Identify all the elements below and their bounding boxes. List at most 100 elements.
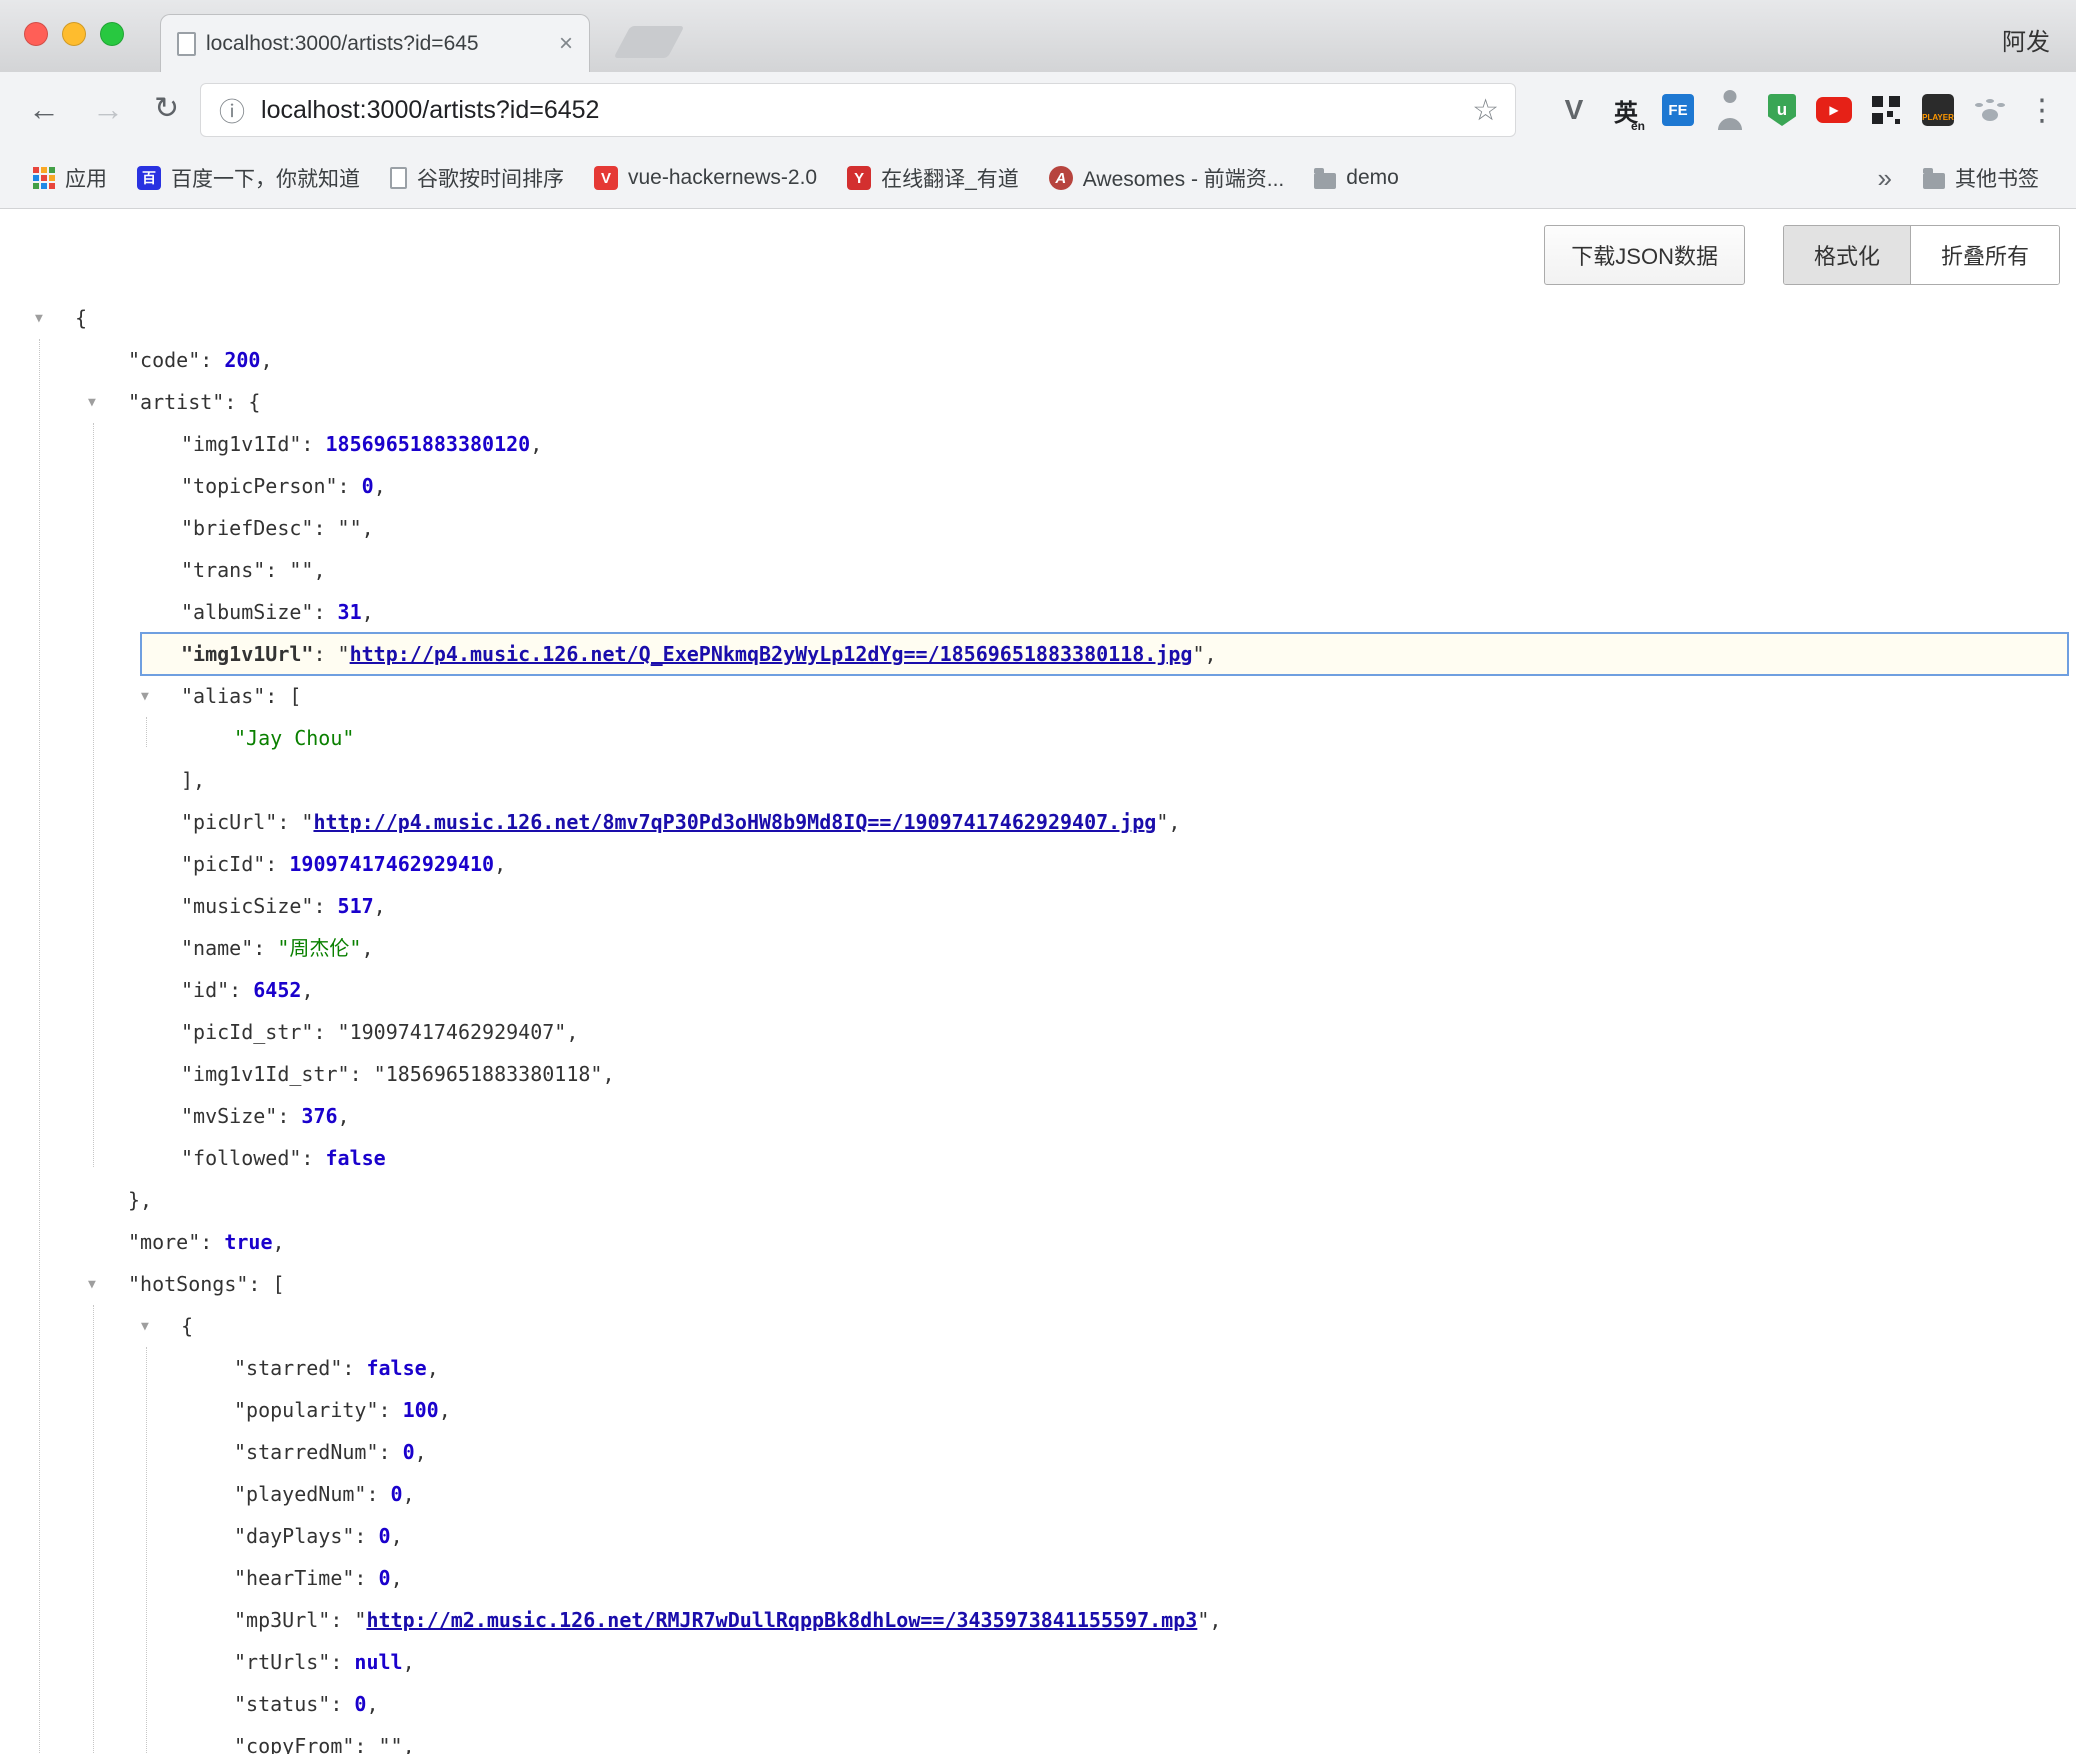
- tab-title: localhost:3000/artists?id=645: [206, 32, 549, 56]
- window-titlebar: localhost:3000/artists?id=645 × 阿发: [0, 0, 2076, 72]
- json-line: },: [0, 1179, 2076, 1221]
- collapse-toggle-icon[interactable]: ▼: [88, 382, 96, 424]
- json-line: "picUrl": "http://p4.music.126.net/8mv7q…: [0, 801, 2076, 843]
- bookmark-item[interactable]: Vvue-hackernews-2.0: [579, 148, 832, 208]
- json-line: ▼"artist": {: [0, 381, 2076, 423]
- v-extension-icon[interactable]: V: [1548, 72, 1600, 148]
- json-key: "popularity": [234, 1398, 379, 1422]
- address-bar[interactable]: ⓘ localhost:3000/artists?id=6452 ☆: [200, 83, 1516, 137]
- download-json-button[interactable]: 下载JSON数据: [1544, 225, 1745, 285]
- collapse-toggle-icon[interactable]: ▼: [141, 676, 149, 718]
- browser-window: { "window": { "user_label": "阿发" }, "tab…: [0, 0, 2076, 1754]
- page-content: 下载JSON数据 格式化 折叠所有 ▼{"code": 200,▼"artist…: [0, 209, 2076, 1754]
- browser-tab[interactable]: localhost:3000/artists?id=645 ×: [160, 14, 590, 72]
- bookmark-item[interactable]: demo: [1299, 148, 1414, 208]
- awesomes-icon: A: [1049, 166, 1073, 190]
- json-value: :: [224, 390, 248, 414]
- json-url-link[interactable]: http://m2.music.126.net/RMJR7wDullRqppBk…: [366, 1608, 1197, 1632]
- json-value: ,: [391, 1524, 403, 1548]
- folder-icon: [1314, 173, 1336, 189]
- browser-toolbar: ← → ↻ ⓘ localhost:3000/artists?id=6452 ☆…: [0, 72, 2076, 148]
- json-value: ,: [361, 936, 373, 960]
- bookmarks-right: » 其他书签: [1878, 163, 2058, 194]
- json-value: 0: [379, 1524, 391, 1548]
- json-value: [: [273, 1272, 285, 1296]
- json-key: "status": [234, 1692, 330, 1716]
- zoom-window-button[interactable]: [100, 22, 124, 46]
- json-line: "mp3Url": "http://m2.music.126.net/RMJR7…: [0, 1599, 2076, 1641]
- close-window-button[interactable]: [24, 22, 48, 46]
- person-icon[interactable]: [1704, 72, 1756, 148]
- json-value: :: [265, 684, 289, 708]
- json-key: "mvSize": [181, 1104, 277, 1128]
- format-tab[interactable]: 格式化: [1784, 226, 1910, 284]
- json-line: "id": 6452,: [0, 969, 2076, 1011]
- json-line: "picId": 19097417462929410,: [0, 843, 2076, 885]
- bookmark-item[interactable]: 谷歌按时间排序: [375, 148, 579, 208]
- new-tab-button[interactable]: [613, 26, 684, 58]
- fe-icon[interactable]: FE: [1652, 72, 1704, 148]
- bookmarks-overflow-icon[interactable]: »: [1878, 163, 1892, 194]
- youtube-icon[interactable]: ▶: [1808, 72, 1860, 148]
- json-line: "img1v1Id_str": "18569651883380118",: [0, 1053, 2076, 1095]
- menu-icon[interactable]: ⋮: [2016, 72, 2068, 148]
- json-key: "picUrl": [181, 810, 277, 834]
- collapse-all-tab[interactable]: 折叠所有: [1910, 226, 2059, 284]
- folder-icon: [1923, 173, 1945, 189]
- json-line: "code": 200,: [0, 339, 2076, 381]
- forward-button[interactable]: →: [92, 72, 124, 148]
- json-value: ,: [313, 558, 325, 582]
- json-line: ▼{: [0, 1305, 2076, 1347]
- json-key: "code": [128, 348, 200, 372]
- json-value: :: [330, 1692, 354, 1716]
- qrcode-icon[interactable]: [1860, 72, 1912, 148]
- translate-icon[interactable]: 英en: [1600, 72, 1652, 148]
- back-button[interactable]: ←: [28, 72, 60, 148]
- json-value: ,: [415, 1440, 427, 1464]
- bookmark-label: Awesomes - 前端资...: [1083, 163, 1285, 193]
- bookmark-item[interactable]: Y在线翻译_有道: [832, 148, 1034, 208]
- player-icon[interactable]: PLAYER: [1912, 72, 1964, 148]
- json-line: ▼{: [0, 297, 2076, 339]
- json-value: 18569651883380120: [326, 432, 531, 456]
- json-value: ,: [530, 432, 542, 456]
- json-value: {: [248, 390, 260, 414]
- minimize-window-button[interactable]: [62, 22, 86, 46]
- json-key: "img1v1Url": [181, 642, 313, 666]
- json-line: "starred": false,: [0, 1347, 2076, 1389]
- menu-glyph: ⋮: [2027, 93, 2057, 128]
- json-key: "hearTime": [234, 1566, 354, 1590]
- bookmark-item[interactable]: 百百度一下，你就知道: [122, 148, 375, 208]
- fe-glyph: FE: [1662, 94, 1694, 126]
- json-value: :: [229, 978, 253, 1002]
- json-key: "followed": [181, 1146, 301, 1170]
- json-line: "musicSize": 517,: [0, 885, 2076, 927]
- bookmark-label: vue-hackernews-2.0: [628, 166, 817, 190]
- json-line: "followed": false: [0, 1137, 2076, 1179]
- info-icon[interactable]: ⓘ: [219, 92, 245, 129]
- json-value: ,: [362, 516, 374, 540]
- json-line: "picId_str": "19097417462929407",: [0, 1011, 2076, 1053]
- json-url-link[interactable]: http://p4.music.126.net/Q_ExePNkmqB2yWyL…: [350, 642, 1193, 666]
- collapse-toggle-icon[interactable]: ▼: [35, 298, 43, 340]
- collapse-toggle-icon[interactable]: ▼: [141, 1306, 149, 1348]
- json-value: ,: [1168, 810, 1180, 834]
- quote: ": [301, 810, 313, 834]
- bookmark-star-icon[interactable]: ☆: [1472, 93, 1499, 128]
- json-url-link[interactable]: http://p4.music.126.net/8mv7qP30Pd3oHW8b…: [313, 810, 1156, 834]
- bookmark-item[interactable]: 应用: [18, 148, 122, 208]
- url-text[interactable]: localhost:3000/artists?id=6452: [261, 96, 1472, 125]
- shield-icon[interactable]: u: [1756, 72, 1808, 148]
- paw-icon[interactable]: [1964, 72, 2016, 148]
- bookmark-item[interactable]: A Awesomes - 前端资...: [1034, 148, 1300, 208]
- json-key: "dayPlays": [234, 1524, 354, 1548]
- json-value: ,: [602, 1062, 614, 1086]
- youtube-glyph: ▶: [1816, 97, 1852, 123]
- other-bookmarks-folder[interactable]: 其他书签: [1908, 163, 2054, 193]
- json-value: ,: [362, 600, 374, 624]
- json-value: :: [301, 432, 325, 456]
- collapse-toggle-icon[interactable]: ▼: [88, 1264, 96, 1306]
- json-value: ,: [1209, 1608, 1221, 1632]
- reload-button[interactable]: ↻: [154, 72, 179, 148]
- tab-close-icon[interactable]: ×: [559, 32, 573, 56]
